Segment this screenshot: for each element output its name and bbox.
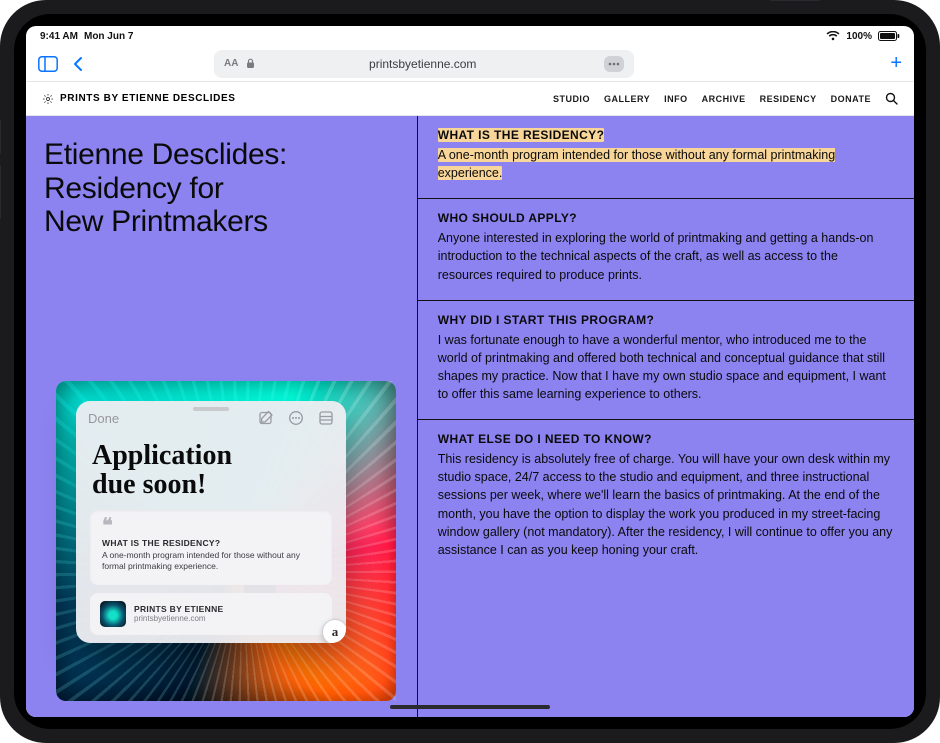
favicon — [100, 601, 126, 627]
note-quote-card[interactable]: ❝ WHAT IS THE RESIDENCY? A one-month pro… — [90, 510, 332, 585]
back-button[interactable] — [72, 56, 84, 72]
faq-why-heading: WHY DID I START THIS PROGRAM? — [438, 313, 896, 327]
faq-who-text: Anyone interested in exploring the world… — [438, 229, 896, 283]
faq-who-heading: WHO SHOULD APPLY? — [438, 211, 896, 225]
note-quote-text: A one-month program intended for those w… — [102, 550, 320, 573]
page-actions-icon[interactable] — [604, 56, 624, 72]
url-bar[interactable]: AA printsbyetienne.com — [214, 50, 634, 78]
page-heading: Etienne Desclides: Residency for New Pri… — [44, 138, 399, 239]
page-left-col: Etienne Desclides: Residency for New Pri… — [26, 116, 417, 717]
site-title-text: PRINTS BY ETIENNE DESCLIDES — [60, 93, 236, 104]
status-bar: 9:41 AM Mon Jun 7 100% — [26, 26, 914, 46]
note-source-card[interactable]: PRINTS BY ETIENNE printsbyetienne.com — [90, 593, 332, 635]
ipad-frame: 9:41 AM Mon Jun 7 100% — [0, 0, 940, 743]
quick-note-popover[interactable]: Done — [76, 401, 346, 643]
site-nav: STUDIO GALLERY INFO ARCHIVE RESIDENCY DO… — [553, 92, 898, 105]
compose-icon[interactable] — [258, 410, 274, 426]
bezel: 9:41 AM Mon Jun 7 100% — [14, 14, 926, 729]
site-header: PRINTS BY ETIENNE DESCLIDES STUDIO GALLE… — [26, 82, 914, 116]
search-icon[interactable] — [885, 92, 898, 105]
note-quote-heading: WHAT IS THE RESIDENCY? — [102, 538, 320, 548]
more-icon[interactable] — [288, 410, 304, 426]
notes-grid-icon[interactable] — [318, 410, 334, 426]
quick-note-badge[interactable]: a — [322, 619, 346, 643]
faq-what: WHAT IS THE RESIDENCY? A one-month progr… — [418, 116, 914, 199]
quick-note-toolbar: Done — [76, 401, 346, 435]
faq-else-text: This residency is absolutely free of cha… — [438, 450, 896, 559]
sidebar-icon[interactable] — [38, 56, 58, 72]
note-source-title: PRINTS BY ETIENNE — [134, 604, 224, 614]
nav-studio[interactable]: STUDIO — [553, 94, 590, 104]
faq-else: WHAT ELSE DO I NEED TO KNOW? This reside… — [418, 420, 914, 575]
quick-note-body[interactable]: Application due soon! ❝ WHAT IS THE RESI… — [76, 435, 346, 643]
reader-aa-icon[interactable]: AA — [224, 58, 238, 69]
faq-what-text: A one-month program intended for those w… — [438, 148, 835, 180]
volume-up-button[interactable] — [0, 120, 1, 154]
page-right-col: WHAT IS THE RESIDENCY? A one-month progr… — [417, 116, 914, 717]
faq-who: WHO SHOULD APPLY? Anyone interested in e… — [418, 199, 914, 300]
volume-down-button[interactable] — [0, 165, 1, 219]
note-source-url: printsbyetienne.com — [134, 614, 224, 623]
nav-gallery[interactable]: GALLERY — [604, 94, 650, 104]
battery-percent: 100% — [846, 31, 872, 42]
note-done-button[interactable]: Done — [88, 411, 119, 426]
faq-why-text: I was fortunate enough to have a wonderf… — [438, 331, 896, 404]
url-text: printsbyetienne.com — [249, 57, 596, 71]
safari-toolbar: AA printsbyetienne.com + — [26, 46, 914, 82]
quote-icon: ❝ — [102, 520, 320, 532]
battery-icon — [878, 31, 900, 41]
note-grabber[interactable] — [193, 407, 229, 411]
gear-icon — [42, 93, 54, 105]
faq-why: WHY DID I START THIS PROGRAM? I was fort… — [418, 301, 914, 421]
status-time: 9:41 AM — [40, 31, 78, 42]
site-logo[interactable]: PRINTS BY ETIENNE DESCLIDES — [42, 93, 236, 105]
nav-archive[interactable]: ARCHIVE — [702, 94, 746, 104]
nav-residency[interactable]: RESIDENCY — [760, 94, 817, 104]
faq-what-heading: WHAT IS THE RESIDENCY? — [438, 128, 605, 142]
nav-donate[interactable]: DONATE — [831, 94, 871, 104]
power-button[interactable] — [770, 0, 820, 1]
note-handwriting: Application due soon! — [90, 435, 332, 510]
home-indicator[interactable] — [390, 705, 550, 709]
new-tab-button[interactable]: + — [890, 52, 902, 75]
status-date: Mon Jun 7 — [84, 31, 133, 42]
faq-else-heading: WHAT ELSE DO I NEED TO KNOW? — [438, 432, 896, 446]
wifi-icon — [826, 31, 840, 41]
nav-info[interactable]: INFO — [664, 94, 688, 104]
screen: 9:41 AM Mon Jun 7 100% — [26, 26, 914, 717]
page-body: Etienne Desclides: Residency for New Pri… — [26, 116, 914, 717]
